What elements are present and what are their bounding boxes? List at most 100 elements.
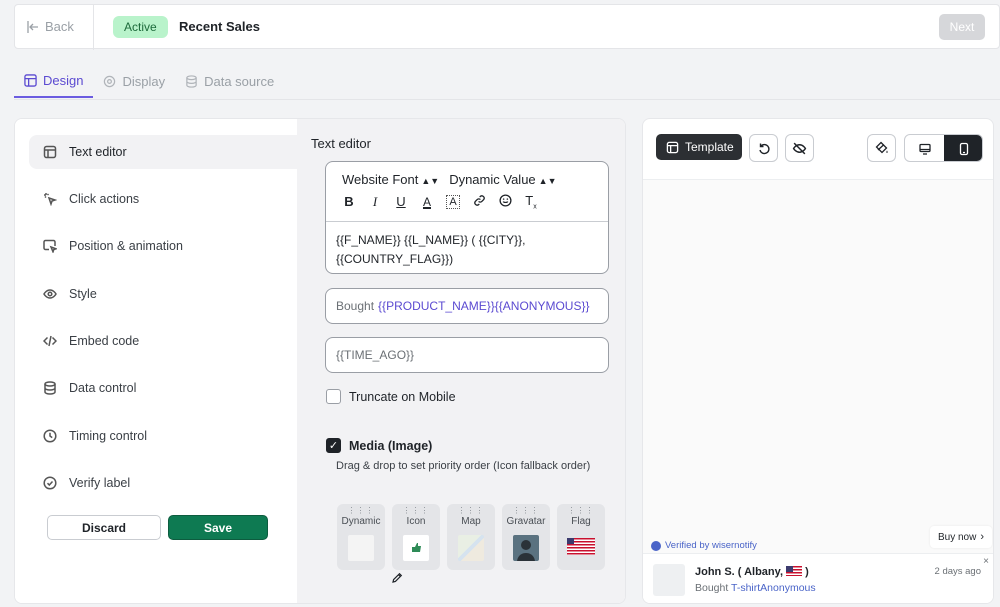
tab-display[interactable]: Display [93, 64, 175, 98]
notif-name-text: John S. ( Albany, [695, 566, 784, 578]
font-select[interactable]: Website Font ▲▼ [342, 172, 439, 187]
sidebar-item-label: Data control [69, 381, 137, 395]
sidebar-item-label: Style [69, 287, 97, 301]
paint-button[interactable] [867, 134, 896, 162]
media-checkbox[interactable]: ✓ [326, 438, 341, 453]
media-tile-icon[interactable]: ⋮⋮⋮ Icon [392, 504, 440, 570]
tab-design[interactable]: Design [14, 64, 94, 98]
bought-text-field[interactable]: Bought {{PRODUCT_NAME}}{{ANONYMOUS}} [325, 288, 609, 324]
drag-handle-icon[interactable]: ⋮⋮⋮ [557, 504, 605, 515]
preview-toolbar: Template [643, 119, 993, 180]
emoji-icon[interactable] [498, 194, 512, 210]
save-button[interactable]: Save [168, 515, 268, 540]
cursor-window-icon [43, 239, 57, 253]
clock-icon [43, 429, 57, 443]
tab-bar: Design Display Data source [14, 64, 284, 100]
preview-panel: Template Buy now › Verified by wisernoti… [642, 118, 994, 604]
tab-underline-rule [14, 99, 1000, 100]
editor-heading: Text editor [311, 136, 371, 151]
rte-content[interactable]: {{F_NAME}} {{L_NAME}} ( {{CITY}}, {{COUN… [326, 222, 608, 278]
thumbs-up-icon [403, 535, 429, 561]
media-image-row[interactable]: ✓ Media (Image) [326, 438, 432, 453]
truncate-checkbox[interactable] [326, 389, 341, 404]
next-button[interactable]: Next [939, 14, 985, 40]
layout-icon [666, 141, 679, 153]
bold-icon[interactable]: B [342, 194, 356, 209]
mobile-view-button[interactable] [944, 135, 982, 161]
buy-now-label: Buy now [937, 531, 977, 543]
drag-handle-icon[interactable]: ⋮⋮⋮ [502, 504, 550, 515]
avatar-silhouette-icon [513, 535, 539, 561]
back-button[interactable]: Back [27, 19, 74, 34]
tab-display-label: Display [122, 73, 166, 89]
hide-preview-button[interactable] [785, 134, 814, 162]
eye-off-icon [792, 142, 807, 154]
undo-button[interactable] [749, 134, 778, 162]
tab-design-label: Design [43, 72, 84, 88]
clear-format-icon[interactable]: Tx [524, 193, 538, 211]
bought-variables: {{PRODUCT_NAME}}{{ANONYMOUS}} [378, 299, 590, 313]
rte-line: {{COUNTRY_FLAG}}) [336, 252, 454, 266]
sidebar-item-click-actions[interactable]: Click actions [29, 182, 297, 216]
media-tile-gravatar[interactable]: ⋮⋮⋮ Gravatar [502, 504, 550, 570]
back-label: Back [45, 19, 74, 34]
drag-handle-icon[interactable]: ⋮⋮⋮ [337, 504, 385, 515]
sidebar-item-position-animation[interactable]: Position & animation [29, 229, 297, 263]
close-icon[interactable]: × [983, 556, 989, 567]
template-button[interactable]: Template [656, 134, 742, 160]
link-icon[interactable] [472, 194, 486, 210]
page-title: Recent Sales [179, 19, 260, 34]
pencil-edit-icon[interactable] [391, 572, 403, 584]
notif-customer-name: John S. ( Albany, ) [695, 566, 809, 578]
buy-now-button[interactable]: Buy now › [930, 526, 992, 548]
underline-icon[interactable]: U [394, 194, 408, 209]
drag-handle-icon[interactable]: ⋮⋮⋮ [447, 504, 495, 515]
sidebar-item-timing-control[interactable]: Timing control [29, 419, 297, 453]
rte-toolbar: Website Font ▲▼ Dynamic Value ▲▼ B I U A A… [326, 162, 608, 222]
italic-icon[interactable]: I [368, 194, 382, 210]
media-tile-flag[interactable]: ⋮⋮⋮ Flag [557, 504, 605, 570]
sidebar-item-text-editor[interactable]: Text editor [29, 135, 297, 169]
tab-data-source[interactable]: Data source [175, 64, 284, 98]
design-panel: Text editor Click actions Position & ani… [14, 118, 626, 604]
product-image-placeholder [653, 564, 685, 596]
dynamic-select-value: Dynamic Value [449, 172, 536, 187]
sidebar-item-label: Verify label [69, 476, 131, 490]
sidebar-item-embed-code[interactable]: Embed code [29, 324, 297, 358]
highlight-icon[interactable]: A [446, 194, 460, 209]
discard-button[interactable]: Discard [47, 515, 161, 540]
text-color-icon[interactable]: A [420, 195, 434, 209]
desktop-icon [918, 143, 931, 155]
desktop-view-button[interactable] [905, 135, 944, 161]
truncate-mobile-row[interactable]: Truncate on Mobile [326, 389, 456, 404]
verified-check-icon [651, 540, 661, 551]
us-flag-icon [786, 566, 803, 576]
verified-label: Verified by wisernotify [651, 540, 757, 551]
header-divider [93, 5, 94, 50]
rte-line: {{F_NAME}} {{L_NAME}} ( {{CITY}}, [336, 233, 526, 247]
rich-text-editor[interactable]: Website Font ▲▼ Dynamic Value ▲▼ B I U A A… [325, 161, 609, 274]
top-header: Back Active Recent Sales Next [14, 4, 1000, 50]
dynamic-value-select[interactable]: Dynamic Value ▲▼ [449, 172, 556, 187]
tile-label: Map [461, 516, 481, 527]
truncate-label: Truncate on Mobile [349, 389, 456, 404]
notification-preview-card[interactable]: John S. ( Albany, ) Bought T-shirtAnonym… [643, 553, 993, 603]
code-icon [43, 335, 57, 347]
tile-label: Dynamic [341, 516, 381, 527]
map-thumbnail-icon [458, 535, 484, 561]
device-toggle [904, 134, 983, 162]
tile-label: Flag [571, 516, 591, 527]
image-placeholder-icon [348, 535, 374, 561]
tile-label: Gravatar [506, 516, 546, 527]
sidebar-item-style[interactable]: Style [29, 277, 297, 311]
media-label: Media (Image) [349, 438, 433, 453]
mobile-icon [959, 142, 968, 156]
media-tile-dynamic[interactable]: ⋮⋮⋮ Dynamic [337, 504, 385, 570]
time-ago-field[interactable]: {{TIME_AGO}} [325, 337, 609, 373]
sidebar-item-verify-label[interactable]: Verify label [29, 466, 297, 500]
sidebar-item-data-control[interactable]: Data control [29, 371, 297, 405]
drag-handle-icon[interactable]: ⋮⋮⋮ [392, 504, 440, 515]
media-tile-map[interactable]: ⋮⋮⋮ Map [447, 504, 495, 570]
sidebar-item-label: Text editor [69, 145, 127, 159]
notif-time-ago: 2 days ago [934, 566, 981, 577]
